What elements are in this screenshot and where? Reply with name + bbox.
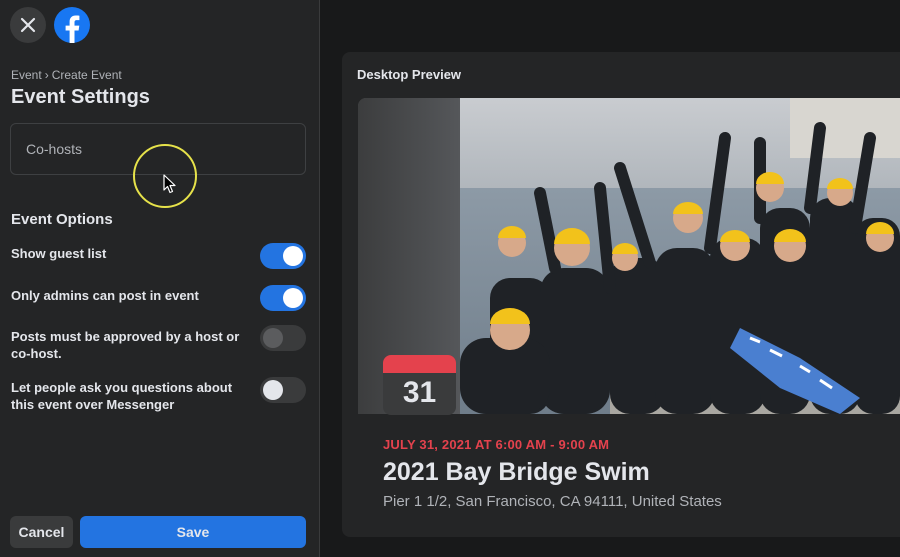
- toggle-knob: [283, 246, 303, 266]
- posts-approval-toggle[interactable]: [260, 325, 306, 351]
- mouse-pointer-icon: [163, 174, 176, 194]
- settings-panel: Event › Create Event Event Settings Co-hos…: [0, 0, 320, 557]
- swimmers-photo: [460, 98, 900, 414]
- event-location: Pier 1 1/2, San Francisco, CA 94111, Uni…: [383, 493, 722, 510]
- event-title: 2021 Bay Bridge Swim: [383, 458, 650, 486]
- admins-only-post-toggle[interactable]: [260, 285, 306, 311]
- option-messenger-questions: Let people ask you questions about this …: [11, 377, 311, 413]
- option-label: Posts must be approved by a host or co-h…: [11, 329, 240, 361]
- breadcrumb-parent[interactable]: Event: [11, 68, 42, 82]
- desktop-preview-card: Desktop Preview 31 JULY 31, 2021 AT 6:00…: [342, 52, 900, 537]
- option-admins-only-post: Only admins can post in event: [11, 285, 311, 311]
- option-posts-approval: Posts must be approved by a host or co-h…: [11, 325, 311, 362]
- toggle-knob: [263, 328, 283, 348]
- facebook-f-icon: [65, 15, 80, 43]
- option-label: Let people ask you questions about this …: [11, 380, 233, 412]
- calendar-badge: 31: [383, 355, 456, 415]
- page-title: Event Settings: [11, 86, 150, 108]
- save-button[interactable]: Save: [80, 516, 306, 548]
- breadcrumb-separator: ›: [44, 68, 49, 82]
- panel-header: [10, 7, 90, 43]
- toggle-knob: [283, 288, 303, 308]
- option-show-guest-list: Show guest list: [11, 243, 311, 269]
- close-icon: [20, 17, 36, 33]
- cohosts-placeholder: Co-hosts: [26, 141, 83, 157]
- option-label: Show guest list: [11, 246, 107, 261]
- option-label: Only admins can post in event: [11, 288, 199, 303]
- toggle-knob: [263, 380, 283, 400]
- cover-image: [460, 98, 900, 414]
- show-guest-list-toggle[interactable]: [260, 243, 306, 269]
- close-button[interactable]: [10, 7, 46, 43]
- cancel-button[interactable]: Cancel: [10, 516, 73, 548]
- calendar-day: 31: [402, 376, 437, 409]
- messenger-questions-toggle[interactable]: [260, 377, 306, 403]
- event-options-heading: Event Options: [11, 211, 113, 228]
- breadcrumb: Event › Create Event: [11, 68, 122, 82]
- facebook-logo[interactable]: [54, 7, 90, 43]
- breadcrumb-current: Create Event: [51, 68, 122, 82]
- preview-label: Desktop Preview: [357, 67, 462, 82]
- event-date-time: JULY 31, 2021 AT 6:00 AM - 9:00 AM: [383, 437, 610, 452]
- calendar-header: [383, 355, 456, 373]
